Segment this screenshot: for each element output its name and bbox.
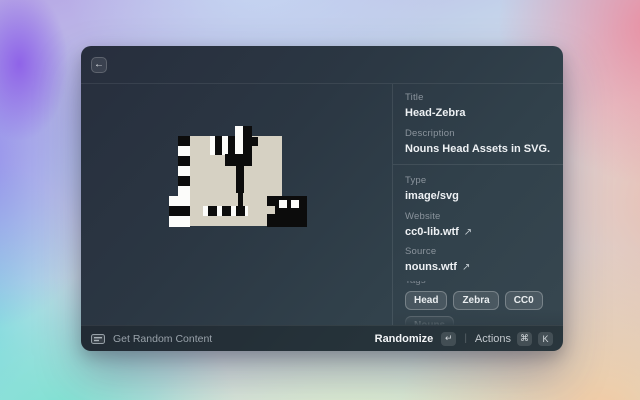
details-panel: Title Head-Zebra Description Nouns Head …	[392, 84, 563, 325]
website-label: Website	[405, 211, 551, 222]
randomize-button[interactable]: Randomize ↵	[375, 332, 457, 346]
tag-chip[interactable]: Zebra	[453, 291, 498, 310]
enter-keycap: ↵	[441, 332, 456, 346]
website-value: cc0-lib.wtf	[405, 225, 459, 239]
command-keycap: ⌘	[517, 332, 532, 346]
description-value: Nouns Head Assets in SVG.	[405, 142, 551, 156]
actions-label: Actions	[475, 333, 511, 345]
external-link-icon: ↗	[464, 227, 472, 238]
app-window: ← Title Head-Zebra Description Nouns Hea…	[81, 46, 563, 351]
title-label: Title	[405, 92, 551, 103]
back-arrow-icon: ←	[94, 59, 104, 70]
footer-separator: |	[464, 333, 467, 344]
source-label: Source	[405, 246, 551, 257]
source-link[interactable]: nouns.wtf ↗	[405, 260, 551, 274]
tag-chips: Head Zebra CC0 Nouns	[405, 291, 555, 325]
k-keycap: K	[538, 332, 553, 346]
section-divider	[393, 164, 563, 165]
website-link[interactable]: cc0-lib.wtf ↗	[405, 225, 551, 239]
randomize-label: Randomize	[375, 333, 434, 345]
back-button[interactable]: ←	[91, 57, 107, 73]
tag-chip[interactable]: Head	[405, 291, 447, 310]
keyboard-icon	[91, 334, 105, 344]
type-value: image/svg	[405, 189, 551, 203]
description-label: Description	[405, 128, 551, 139]
footer-status: Get Random Content	[91, 333, 367, 345]
get-random-content-label: Get Random Content	[113, 333, 212, 345]
tags-label-clipped: Tags	[405, 281, 551, 287]
artwork-stage	[81, 84, 392, 325]
tag-chip[interactable]: Nouns	[405, 316, 454, 325]
pixel-art-zebra-head	[169, 125, 307, 228]
window-main: Title Head-Zebra Description Nouns Head …	[81, 84, 563, 325]
source-value: nouns.wtf	[405, 260, 457, 274]
external-link-icon: ↗	[462, 262, 470, 273]
window-header: ←	[81, 46, 563, 84]
tag-chip[interactable]: CC0	[505, 291, 543, 310]
title-value: Head-Zebra	[405, 106, 551, 120]
footer-bar: Get Random Content Randomize ↵ | Actions…	[81, 325, 563, 351]
type-label: Type	[405, 175, 551, 186]
actions-button[interactable]: Actions ⌘ K	[475, 332, 553, 346]
footer-actions: Randomize ↵ | Actions ⌘ K	[375, 332, 553, 346]
